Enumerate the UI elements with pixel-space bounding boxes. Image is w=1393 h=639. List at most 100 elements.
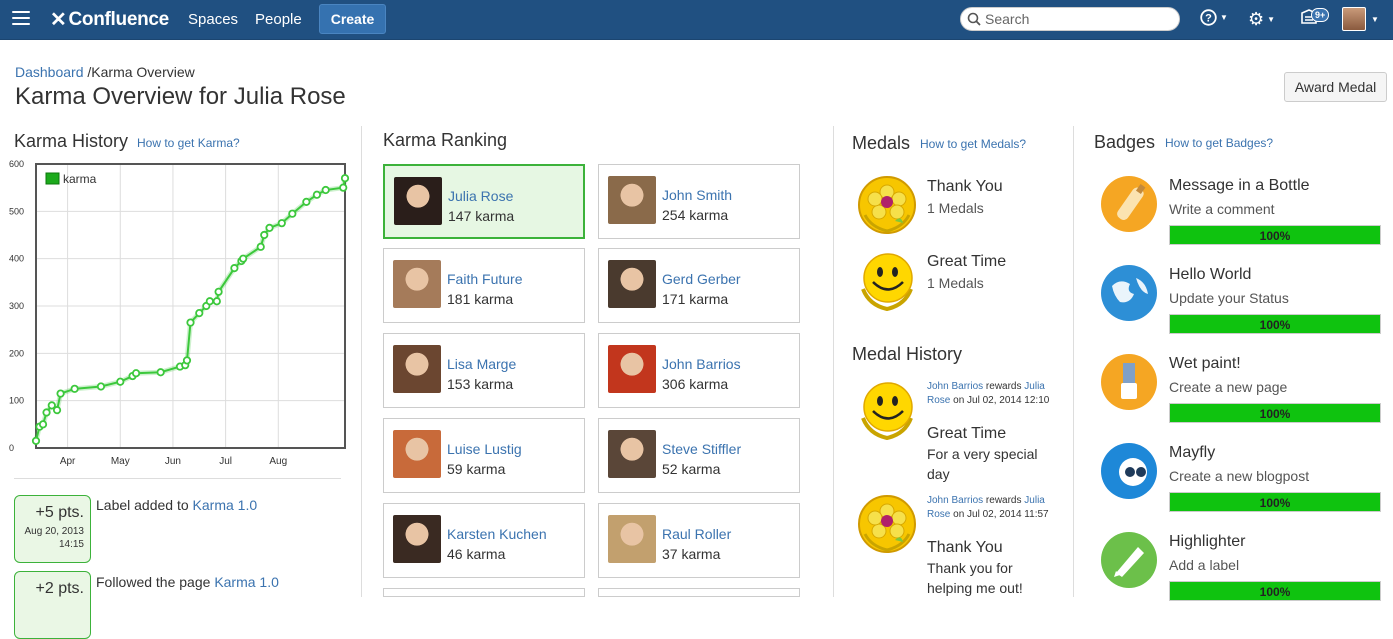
badge-progress-label: 100% — [1259, 318, 1291, 332]
avatar[interactable] — [393, 345, 441, 393]
badge-progress-bar: 100% — [1169, 314, 1381, 334]
badge-description: Create a new page — [1169, 379, 1288, 395]
ranking-user-name[interactable]: Luise Lustig — [447, 441, 522, 457]
ranking-card[interactable]: John Barrios 306 karma — [598, 333, 800, 408]
karma-data-point — [156, 368, 165, 377]
how-to-get-karma-link[interactable]: How to get Karma? — [137, 136, 240, 150]
badge-description: Update your Status — [1169, 290, 1289, 306]
chart-y-tick-label: 200 — [9, 348, 24, 358]
ranking-user-name[interactable]: Lisa Marge — [447, 356, 516, 372]
medal-history-title: Medal History — [852, 344, 963, 364]
badge-description: Add a label — [1169, 557, 1240, 573]
breadcrumb-dashboard[interactable]: Dashboard — [15, 64, 84, 80]
medal-count: 1 Medals — [927, 275, 984, 291]
badge-name: Message in a Bottle — [1169, 177, 1310, 194]
avatar[interactable] — [393, 260, 441, 308]
avatar[interactable] — [608, 260, 656, 308]
avatar[interactable] — [608, 515, 656, 563]
create-button[interactable]: Create — [319, 4, 386, 34]
how-to-get-badges-link[interactable]: How to get Badges? — [1165, 136, 1273, 150]
medal-history-note: For a very special day — [927, 446, 1038, 482]
karma-data-point — [116, 377, 125, 386]
karma-event-link[interactable]: Karma 1.0 — [214, 574, 279, 590]
ranking-karma-value: 254 karma — [662, 207, 729, 223]
avatar[interactable] — [393, 430, 441, 478]
medal-giver-link[interactable]: John Barrios — [927, 381, 983, 392]
karma-data-point — [321, 185, 330, 195]
ranking-karma-value: 59 karma — [447, 461, 506, 477]
search-input[interactable] — [985, 11, 1165, 27]
karma-event-text: Followed the page Karma 1.0 — [96, 574, 279, 590]
badge-description: Write a comment — [1169, 201, 1275, 217]
medal-verb: rewards — [985, 381, 1022, 392]
karma-data-point — [38, 420, 48, 429]
karma-data-point — [31, 436, 41, 445]
nav-people[interactable]: People — [255, 11, 302, 28]
settings-menu[interactable]: ⚙ ▼ — [1248, 9, 1275, 30]
user-avatar[interactable] — [1342, 7, 1366, 31]
ranking-card[interactable]: Gerd Gerber 171 karma — [598, 248, 800, 323]
karma-points-badge: +5 pts. Aug 20, 2013 14:15 — [14, 495, 91, 563]
badge-progress-bar: 100% — [1169, 403, 1381, 423]
ranking-user-name[interactable]: Steve Stiffler — [662, 441, 741, 457]
chevron-down-icon: ▼ — [1220, 13, 1228, 22]
ranking-card[interactable]: Raul Roller 37 karma — [598, 503, 800, 578]
ranking-card[interactable] — [598, 588, 800, 597]
search-icon — [967, 12, 981, 26]
nav-spaces[interactable]: Spaces — [188, 11, 238, 28]
ranking-user-name[interactable]: Gerd Gerber — [662, 271, 741, 287]
karma-data-point — [52, 406, 62, 415]
ranking-user-name[interactable]: John Barrios — [662, 356, 741, 372]
ranking-user-name[interactable]: Faith Future — [447, 271, 522, 287]
help-menu[interactable]: ? ▼ — [1200, 9, 1228, 26]
search-box[interactable] — [960, 7, 1180, 31]
award-medal-button[interactable]: Award Medal — [1284, 72, 1387, 102]
ranking-user-name[interactable]: Karsten Kuchen — [447, 526, 547, 542]
menu-icon[interactable] — [12, 11, 30, 27]
medal-verb: rewards — [985, 495, 1022, 506]
badge-name: Mayfly — [1169, 444, 1216, 461]
karma-history-title: Karma History — [14, 131, 129, 151]
how-to-get-medals-link[interactable]: How to get Medals? — [920, 137, 1026, 151]
karma-history-chart: 0 100 200 300 400 500 600 Apr May Jun Jul Aug karma — [9, 159, 350, 467]
ranking-card[interactable]: Karsten Kuchen 46 karma — [383, 503, 585, 578]
medal-name: Great Time — [927, 253, 1007, 270]
medal-history-name: Great Time — [927, 425, 1007, 442]
ranking-card[interactable]: Steve Stiffler 52 karma — [598, 418, 800, 493]
ranking-karma-value: 52 karma — [662, 461, 721, 477]
svg-text:?: ? — [1205, 13, 1212, 25]
ranking-card[interactable]: Lisa Marge 153 karma — [383, 333, 585, 408]
avatar[interactable] — [608, 430, 656, 478]
chart-x-tick-label: Apr — [60, 456, 76, 467]
chevron-down-icon: ▼ — [1267, 15, 1276, 24]
karma-data-point — [182, 356, 192, 365]
avatar[interactable] — [393, 515, 441, 563]
chart-y-tick-label: 300 — [9, 301, 24, 311]
ranking-card[interactable]: John Smith 254 karma — [598, 164, 800, 239]
avatar[interactable] — [608, 176, 656, 224]
medal-giver-link[interactable]: John Barrios — [927, 495, 983, 506]
karma-data-point — [277, 219, 286, 228]
karma-data-point — [56, 389, 65, 398]
badge-progress-bar: 100% — [1169, 581, 1381, 601]
chart-y-tick-label: 600 — [9, 159, 24, 169]
chart-x-tick-label: Aug — [269, 456, 287, 467]
ranking-user-name[interactable]: John Smith — [662, 187, 732, 203]
ranking-card[interactable]: Julia Rose 147 karma — [383, 164, 585, 239]
ranking-card[interactable]: Luise Lustig 59 karma — [383, 418, 585, 493]
badge-progress-label: 100% — [1259, 496, 1291, 510]
karma-points-date: Aug 20, 2013 14:15 — [24, 526, 85, 550]
karma-event-link[interactable]: Karma 1.0 — [193, 497, 258, 513]
ranking-card[interactable]: Faith Future 181 karma — [383, 248, 585, 323]
medal-date: on Jul 02, 2014 12:10 — [953, 395, 1050, 406]
ranking-card[interactable] — [383, 588, 585, 597]
karma-data-point — [195, 309, 204, 318]
avatar[interactable] — [608, 345, 656, 393]
confluence-logo[interactable]: ✕ Confluence — [50, 7, 169, 32]
badge-progress-label: 100% — [1259, 229, 1291, 243]
chart-x-tick-label: Jul — [219, 456, 232, 467]
karma-data-point — [239, 254, 248, 263]
ranking-user-name[interactable]: Julia Rose — [448, 188, 513, 204]
ranking-user-name[interactable]: Raul Roller — [662, 526, 731, 542]
avatar[interactable] — [394, 177, 442, 225]
